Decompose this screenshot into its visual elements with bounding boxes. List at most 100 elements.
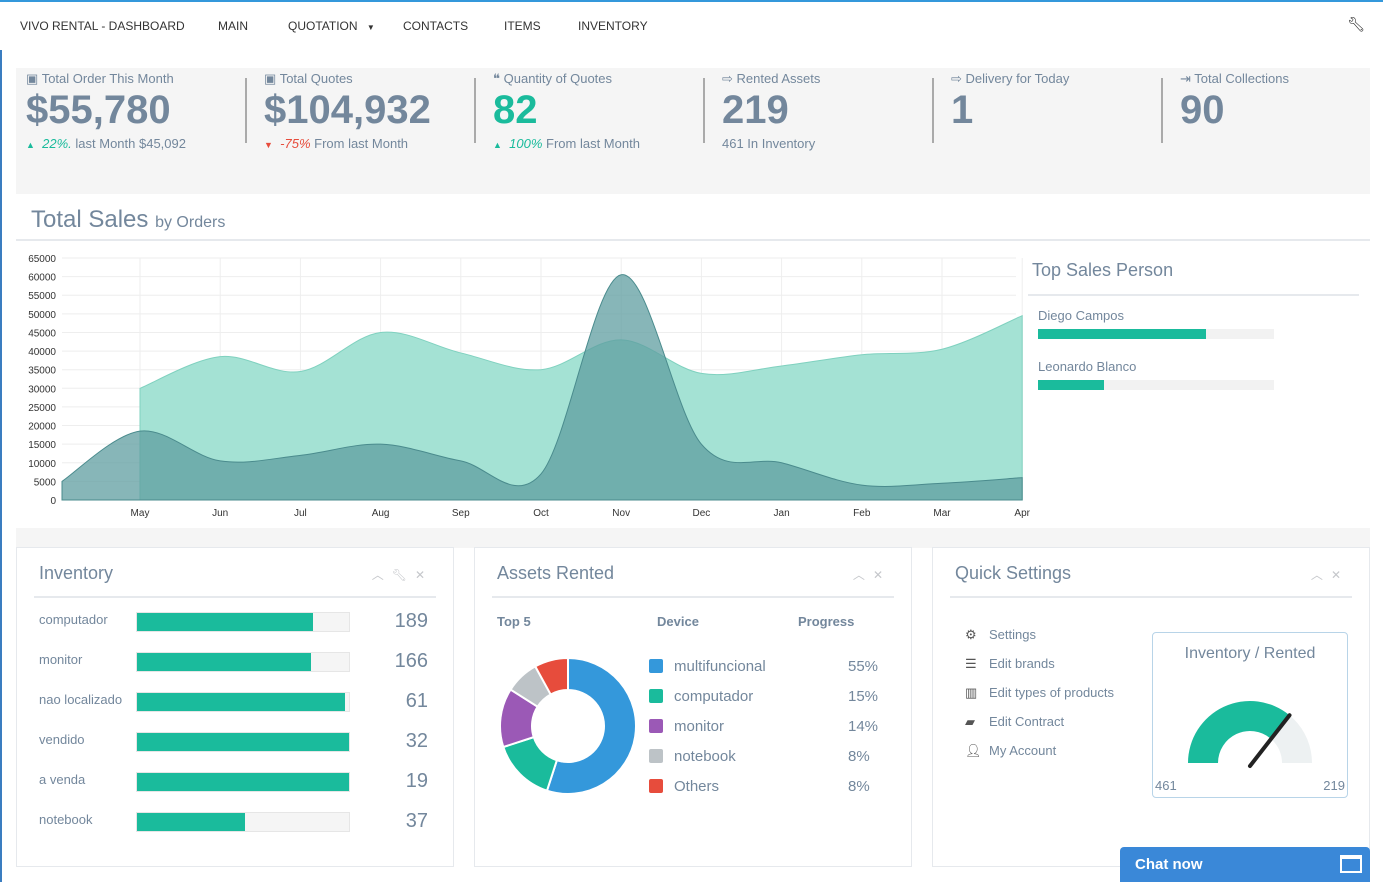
legend-label: notebook [674,748,736,765]
y-tick-label: 50000 [28,310,56,321]
legend-swatch [649,689,663,703]
stat-label-text: Total Collections [1194,71,1289,86]
y-tick-label: 20000 [28,422,56,433]
gauge-max-label: 219 [1323,778,1345,793]
stat-label: ❝ Quantity of Quotes [493,71,612,87]
legend-swatch [649,719,663,733]
inventory-value: 166 [394,650,428,672]
inventory-panel: Inventory ︿🔧︎✕ computador 189 monitor 16… [16,547,454,867]
stat-change: 100% [509,136,543,151]
stat-card: ⇥ Total Collections 90 [1161,68,1383,158]
stat-label-text: Total Order This Month [41,71,174,86]
top-sales-title: Top Sales Person [1032,260,1174,280]
wrench-icon[interactable]: 🔧︎ [1347,16,1365,33]
total-sales-panel: Total Sales by Orders 0 5000 10000 15000 200… [16,194,1370,528]
y-tick-label: 35000 [28,366,56,377]
quick-setting-link[interactable]: ▥ Edit types of products [965,685,1114,701]
stat-sub: ▼ -75% From last Month [264,136,408,151]
stat-sub: ▲ 22%. last Month $45,092 [26,136,186,151]
bar-fill [137,693,345,711]
quick-setting-label: Settings [989,627,1036,642]
stat-label-text: Quantity of Quotes [503,71,613,86]
nav-main[interactable]: MAIN [218,19,248,33]
nav-items[interactable]: ITEMS [504,19,541,33]
stat-value: 82 [493,88,538,132]
x-tick-label: Oct [533,508,549,519]
top-nav: VIVO RENTAL - DASHBOARD MAIN QUOTATION ▼… [0,0,1383,50]
quick-setting-label: Edit Contract [989,714,1065,729]
quick-setting-label: My Account [989,743,1057,758]
quote-icon: ❝ [493,71,500,86]
inventory-label: computador [39,612,108,627]
legend-label: multifuncional [674,658,766,675]
stat-sub-text: From last Month [542,136,640,151]
nav-inventory[interactable]: INVENTORY [578,19,648,33]
bar-fill [137,773,349,791]
stat-label: ⇥ Total Collections [1180,71,1289,87]
panel-tools: ︿🔧︎✕ [372,566,433,583]
y-tick-label: 40000 [28,347,56,358]
divider [34,596,436,598]
arrow-down-icon: ▼ [264,140,273,150]
assets-title: Assets Rented [497,563,615,583]
inventory-bar [136,812,350,832]
chevron-up-icon[interactable]: ︿ [853,568,873,582]
close-icon[interactable]: ✕ [873,568,891,582]
stat-card: ❝ Quantity of Quotes 82 ▲ 100% From last… [474,68,703,158]
x-tick-label: May [131,508,150,519]
sales-progress [1038,329,1274,339]
chat-now-button[interactable]: Chat now [1120,847,1370,882]
nav-quotation[interactable]: QUOTATION ▼ [288,19,375,33]
quick-setting-link[interactable]: 👤︎ My Account [965,743,1056,759]
close-icon[interactable]: ✕ [415,568,433,582]
sales-title: Total Sales by Orders [31,206,225,234]
stat-label-text: Delivery for Today [965,71,1070,86]
inventory-value: 61 [405,690,428,712]
quick-setting-link[interactable]: ☰ Edit brands [965,656,1055,672]
legend-label: monitor [674,718,725,735]
y-tick-label: 10000 [28,459,56,470]
y-tick-label: 5000 [34,477,57,488]
stat-value: 219 [722,88,789,132]
stat-label: ⇨ Delivery for Today [951,71,1069,87]
close-icon[interactable]: ✕ [1331,568,1349,582]
inventory-bar [136,652,350,672]
arrow-up-icon: ▲ [493,140,502,150]
y-tick-label: 60000 [28,273,56,284]
divider [1161,78,1163,143]
wrench-icon[interactable]: 🔧︎ [392,568,415,582]
chevron-up-icon[interactable]: ︿ [372,568,392,582]
stat-card: ⇨ Delivery for Today 1 [932,68,1161,158]
y-tick-label: 0 [50,496,56,507]
progress-fill [1038,329,1206,339]
caret-down-icon: ▼ [366,23,375,32]
inventory-label: monitor [39,652,83,667]
quick-setting-label: Edit types of products [989,685,1115,700]
header-top5: Top 5 [497,614,531,629]
stat-card: ⇨ Rented Assets 219 461 In Inventory [703,68,932,158]
x-tick-label: Sep [452,508,470,519]
y-tick-label: 65000 [28,254,56,265]
inventory-rented-gauge [1188,701,1312,768]
stat-label: ▣ Total Order This Month [26,71,174,87]
legend-percent: 8% [848,778,870,795]
left-border [0,0,2,882]
chevron-up-icon[interactable]: ︿ [1311,568,1331,582]
inventory-value: 19 [405,770,428,792]
inventory-bar [136,692,350,712]
y-tick-label: 30000 [28,384,56,395]
stat-label: ⇨ Rented Assets [722,71,820,87]
inventory-label: a venda [39,772,86,787]
sign-out-icon: ⇨ [951,71,962,86]
x-tick-label: Aug [372,508,390,519]
money-icon: ▣ [264,71,277,86]
bar-fill [137,733,349,751]
inventory-value: 189 [394,610,428,632]
stat-value: 1 [951,88,974,132]
sales-area-chart: 0 5000 10000 15000 20000 25000 30000 35000 40000… [28,254,1030,519]
quick-setting-link[interactable]: ⚙ Settings [965,627,1036,643]
nav-contacts[interactable]: CONTACTS [403,19,468,33]
quick-setting-link[interactable]: ▰ Edit Contract [965,714,1064,730]
x-tick-label: Nov [612,508,630,519]
brand[interactable]: VIVO RENTAL - DASHBOARD [20,19,185,33]
